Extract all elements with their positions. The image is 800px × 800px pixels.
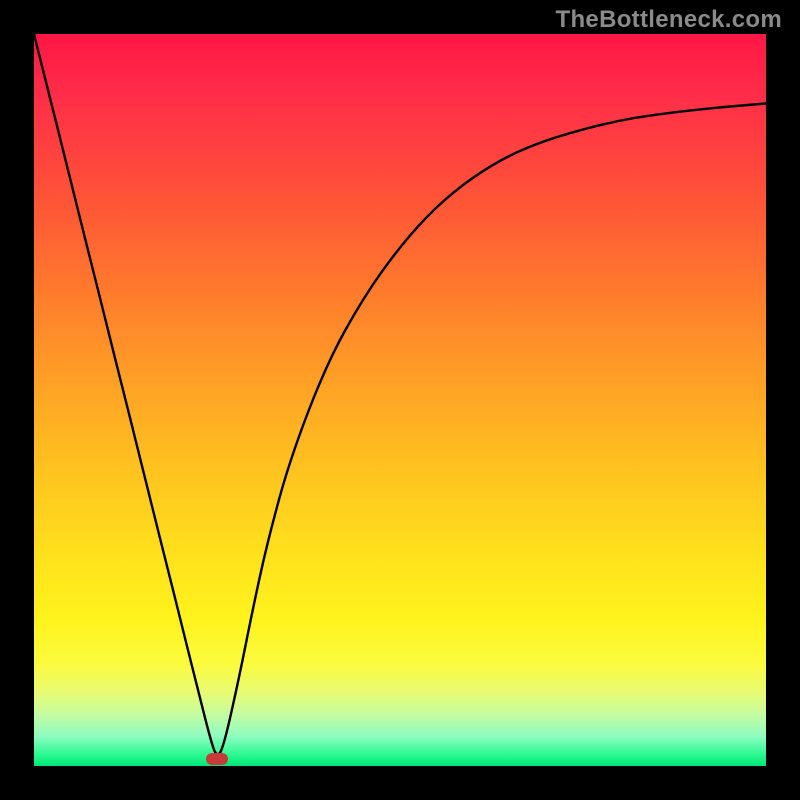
curve-path bbox=[34, 34, 766, 754]
chart-frame: TheBottleneck.com line bbox=[0, 0, 800, 800]
watermark-text: TheBottleneck.com bbox=[556, 6, 782, 34]
bottleneck-curve bbox=[0, 0, 800, 800]
minimum-marker bbox=[206, 753, 228, 765]
